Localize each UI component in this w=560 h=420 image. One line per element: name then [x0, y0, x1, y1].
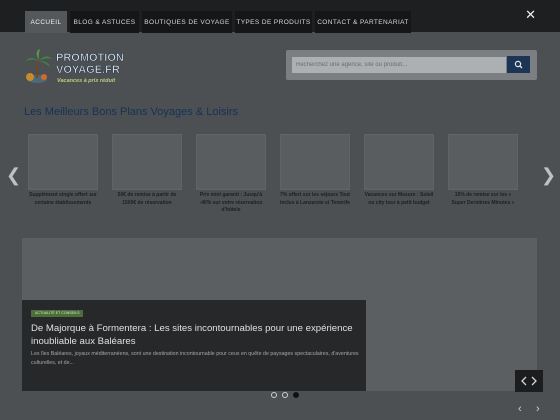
tab-types-de-produits[interactable]: Types de produits: [235, 11, 312, 33]
search-button[interactable]: [507, 56, 530, 73]
logo-tagline: Vacances à prix réduit: [57, 78, 116, 84]
deal-card[interactable]: 50€ de remise à partir de 1500€ de réser…: [112, 134, 182, 207]
tab-blog-astuces[interactable]: Blog & Astuces: [70, 11, 139, 33]
deal-card[interactable]: Prix mini garanti : Jusqu'à -40% sur vot…: [196, 134, 266, 215]
chevron-left-small-icon[interactable]: ‹: [518, 404, 522, 415]
chevron-right-small-icon[interactable]: ›: [536, 404, 540, 415]
deal-thumbnail: [28, 134, 98, 190]
tab-accueil[interactable]: Accueil: [25, 11, 67, 33]
tab-contact-partenariat[interactable]: Contact & Partenariat: [315, 11, 411, 33]
slide-dot-2[interactable]: [282, 392, 288, 398]
chevron-left-icon[interactable]: ❮: [6, 166, 21, 184]
category-badge[interactable]: Actualité et conseils: [31, 310, 84, 317]
deal-thumbnail: [196, 134, 266, 190]
back-to-top-button[interactable]: [515, 370, 543, 392]
deal-thumbnail: [364, 134, 434, 190]
slide-dot-3[interactable]: [293, 392, 299, 398]
deal-caption: Vacances sur Mesure : Soleil ou city tou…: [364, 192, 434, 206]
hero-article-excerpt: Les îles Baléares, joyaux méditerranéens…: [31, 351, 359, 366]
deal-thumbnail: [280, 134, 350, 190]
site-logo[interactable]: PROMOTION VOYAGE.FR Vacances à prix rédu…: [24, 47, 144, 89]
slide-dot-1[interactable]: [271, 392, 277, 398]
logo-line1: PROMOTION: [56, 52, 124, 64]
chevron-right-icon[interactable]: ❯: [541, 166, 556, 184]
page-heading: Les Meilleurs Bons Plans Voyages & Loisi…: [24, 106, 238, 118]
chevrons-icon: [521, 376, 537, 386]
deal-thumbnail: [448, 134, 518, 190]
deal-thumbnail: [112, 134, 182, 190]
top-navigation: Accueil Blog & Astuces Boutiques de voya…: [0, 0, 560, 33]
deal-card[interactable]: 7% offert sur les séjours Tout inclus à …: [280, 134, 350, 207]
search-input[interactable]: [292, 57, 506, 73]
hero-article-title[interactable]: De Majorque à Formentera : Les sites inc…: [31, 322, 361, 348]
deal-caption: 50€ de remise à partir de 1500€ de réser…: [117, 192, 177, 206]
logo-line2: VOYAGE.FR: [56, 64, 120, 76]
deal-card[interactable]: Supplément single offert sur certains ét…: [28, 134, 98, 207]
palm-tree-icon: [26, 49, 52, 83]
deal-card[interactable]: 15% de remise sur les « Super Dernières …: [448, 134, 518, 207]
deal-caption: 7% offert sur les séjours Tout inclus à …: [280, 192, 350, 206]
search-icon: [514, 60, 523, 69]
deal-caption: Prix mini garanti : Jusqu'à -40% sur vot…: [199, 192, 263, 213]
tab-boutiques-de-voyage[interactable]: Boutiques de voyage: [142, 11, 232, 33]
close-icon[interactable]: ✕: [525, 8, 536, 21]
deal-caption: 15% de remise sur les « Super Dernières …: [451, 192, 515, 206]
deal-caption: Supplément single offert sur certains ét…: [29, 192, 97, 206]
deal-card[interactable]: Vacances sur Mesure : Soleil ou city tou…: [364, 134, 434, 207]
